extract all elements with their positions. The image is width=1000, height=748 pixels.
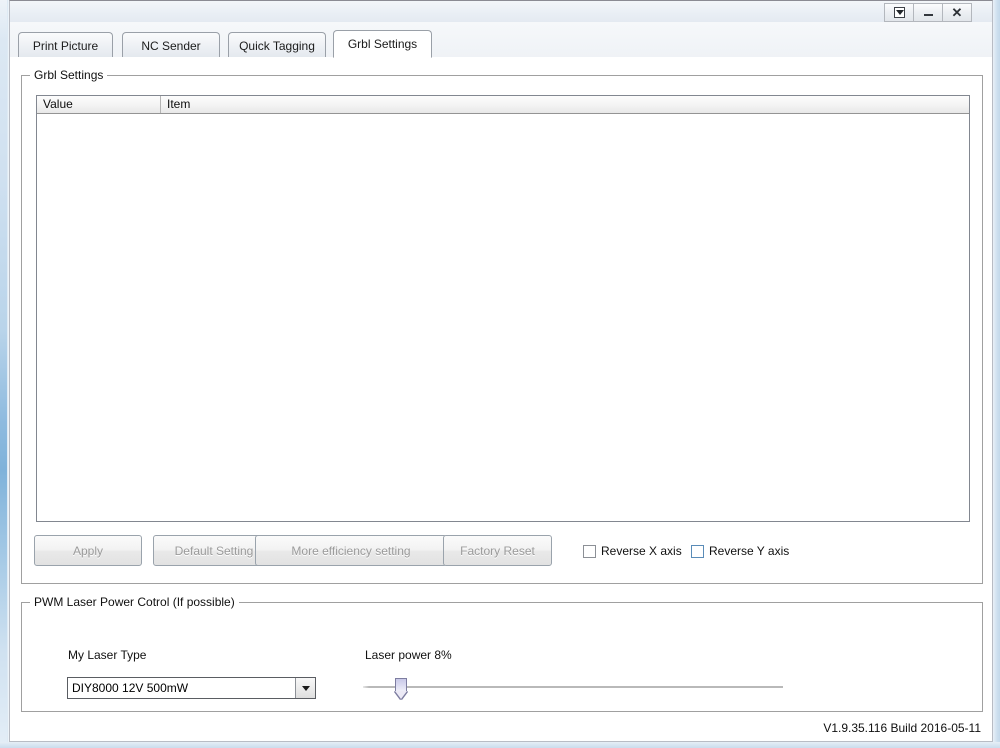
grbl-settings-group-legend: Grbl Settings [30, 68, 108, 82]
tab-grbl-settings[interactable]: Grbl Settings [333, 30, 432, 58]
slider-thumb-tip [395, 691, 407, 699]
tab-label: Print Picture [32, 38, 99, 53]
slider-track[interactable] [363, 686, 783, 688]
application-window: ✕ Print Picture NC Sender Quick Tagging … [0, 0, 1000, 748]
checkbox-box[interactable] [583, 544, 596, 558]
column-header-value[interactable]: Value [37, 96, 161, 113]
pwm-laser-power-group: PWM Laser Power Cotrol (If possible) My … [21, 595, 983, 712]
laser-power-label: Laser power 8% [365, 648, 452, 662]
my-laser-type-label: My Laser Type [68, 648, 147, 662]
laser-power-slider[interactable] [363, 678, 783, 700]
window-frame-right-edge [993, 0, 1000, 748]
grbl-settings-group: Grbl Settings Value Item Apply Default S… [21, 68, 983, 584]
reverse-y-axis-checkbox[interactable]: Reverse Y axis [691, 544, 789, 558]
chevron-down-icon[interactable] [295, 678, 315, 698]
slider-thumb[interactable] [395, 678, 407, 700]
table-body[interactable] [37, 114, 969, 521]
tab-label: Quick Tagging [239, 38, 315, 53]
tab-print-picture[interactable]: Print Picture [18, 32, 113, 58]
pwm-laser-power-group-legend: PWM Laser Power Cotrol (If possible) [30, 595, 239, 609]
window-controls: ✕ [884, 3, 972, 22]
checkbox-label: Reverse X axis [601, 544, 682, 558]
checkbox-box[interactable] [691, 544, 704, 558]
button-label: Apply [72, 543, 104, 558]
tab-bar: Print Picture NC Sender Quick Tagging Gr… [9, 22, 993, 58]
table-header-row: Value Item [37, 96, 969, 114]
close-icon: ✕ [951, 5, 963, 20]
restore-down-button[interactable] [884, 3, 914, 22]
laser-type-dropdown[interactable]: DIY8000 12V 500mW [67, 677, 316, 699]
tab-nc-sender[interactable]: NC Sender [122, 32, 220, 58]
checkbox-label: Reverse Y axis [709, 544, 790, 558]
laser-type-selected-value: DIY8000 12V 500mW [72, 681, 189, 695]
window-frame-bottom-edge [0, 742, 1000, 748]
tab-label: Grbl Settings [347, 37, 418, 51]
close-button[interactable]: ✕ [943, 3, 972, 22]
tab-quick-tagging[interactable]: Quick Tagging [228, 32, 326, 58]
tab-panel-grbl-settings: Grbl Settings Value Item Apply Default S… [9, 57, 993, 742]
button-label: More efficiency setting [291, 543, 411, 558]
restore-down-icon [893, 7, 905, 18]
column-header-item[interactable]: Item [161, 96, 969, 113]
tab-label: NC Sender [141, 38, 201, 53]
button-label: Default Setting [174, 543, 254, 558]
minimize-button[interactable] [914, 3, 943, 22]
button-label: Factory Reset [460, 543, 535, 558]
chevron-down-glyph [301, 685, 310, 691]
more-efficiency-setting-button[interactable]: More efficiency setting [255, 535, 447, 566]
slider-thumb-body [395, 678, 407, 692]
apply-button[interactable]: Apply [34, 535, 142, 566]
grbl-settings-table[interactable]: Value Item [36, 95, 970, 522]
minimize-icon [923, 14, 933, 16]
client-area: ✕ Print Picture NC Sender Quick Tagging … [9, 0, 993, 742]
factory-reset-button[interactable]: Factory Reset [443, 535, 552, 566]
reverse-x-axis-checkbox[interactable]: Reverse X axis [583, 544, 682, 558]
title-bar[interactable]: ✕ [9, 0, 993, 22]
version-label: V1.9.35.116 Build 2016-05-11 [823, 721, 981, 735]
